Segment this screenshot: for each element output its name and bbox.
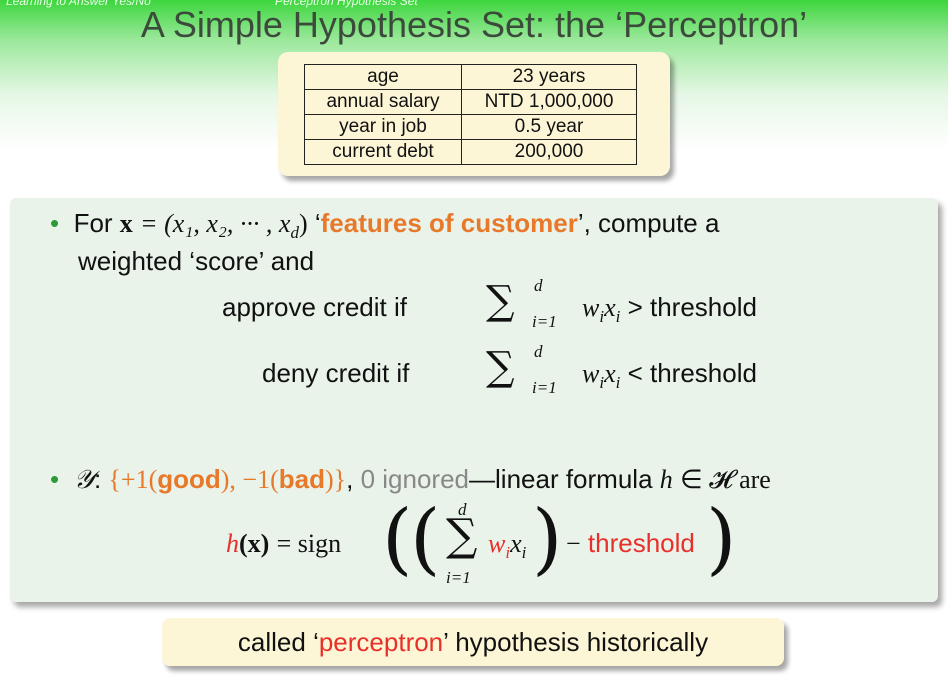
minus-sign: − — [566, 529, 581, 558]
formula-term: wixi — [488, 528, 526, 563]
deny-label: deny credit if — [262, 358, 410, 388]
bullet-dot: • — [50, 208, 60, 238]
sum-lower: i=1 — [532, 378, 557, 397]
sum-symbol: ∑ — [486, 344, 515, 390]
colon: : — [93, 464, 102, 494]
feature-table-card: age 23 years annual salary NTD 1,000,000… — [278, 52, 670, 176]
set-open: {+1( — [108, 465, 158, 494]
summary-card: called ‘perceptron’ hypothesis historica… — [162, 618, 784, 666]
bullet1-prefix: For — [73, 208, 113, 238]
approve-label: approve credit if — [222, 292, 407, 322]
table-row: annual salary NTD 1,000,000 — [304, 89, 637, 115]
perceptron-formula: h(x) = sign ( ( d ∑ i=1 wixi ) − thresho… — [226, 494, 746, 598]
formula-lhs: h(x) = sign — [226, 528, 341, 559]
w-var: w — [582, 293, 600, 322]
feature-name: age — [304, 64, 462, 90]
feature-table: age 23 years annual salary NTD 1,000,000… — [304, 64, 637, 165]
y-symbol: 𝒴 — [73, 465, 94, 494]
sum-symbol: ∑ — [446, 510, 478, 561]
equals-sign: = sign — [276, 529, 342, 558]
linear-formula-text: —linear formula — [469, 464, 653, 494]
inner-paren-open: ( — [410, 494, 441, 584]
w-var: w — [582, 359, 600, 388]
outer-paren-open: ( — [382, 494, 413, 584]
sum-symbol: ∑ — [486, 278, 515, 324]
x-vector: x — [119, 209, 133, 238]
bad-label: bad — [278, 464, 325, 494]
set-close: )} — [324, 465, 347, 494]
zero-ignored: 0 ignored — [360, 464, 470, 494]
sum-lower: i=1 — [532, 312, 557, 331]
summary-pre: called ‘ — [237, 627, 319, 657]
feature-name: current debt — [304, 139, 462, 165]
good-label: good — [157, 464, 221, 494]
feature-name: annual salary — [304, 89, 462, 115]
outer-paren-close: ) — [706, 494, 737, 584]
x-subscript: i — [615, 307, 621, 327]
x-bold: (x) — [239, 529, 270, 558]
h-red: h — [226, 529, 239, 558]
comma: , — [346, 464, 354, 494]
bullet2-line1: • 𝒴: {+1(good), −1(bad)}, 0 ignored—line… — [50, 464, 771, 496]
bullet1-line1: • For x = (x₁, x₂, ··· , xd) ‘features o… — [50, 208, 719, 243]
approve-term: wixi > threshold — [582, 292, 757, 327]
features-highlight: features of customer — [320, 208, 578, 238]
in-hypothesis-set: ∈ 𝓗 are — [680, 465, 771, 494]
sum-lower: i=1 — [446, 568, 471, 587]
slide-title: A Simple Hypothesis Set: the ‘Perceptron… — [140, 4, 808, 45]
x-var: x — [510, 529, 522, 558]
x-subscript-d: d — [290, 223, 299, 243]
x-subscript: i — [521, 543, 527, 563]
x-var: x — [604, 359, 616, 388]
x-close-paren: ) — [298, 209, 308, 238]
h-var: h — [659, 465, 673, 494]
gt-threshold: > threshold — [627, 292, 757, 322]
formula-threshold: − threshold — [566, 528, 695, 559]
feature-name: year in job — [304, 114, 462, 140]
perceptron-highlight: perceptron — [318, 627, 444, 657]
inner-paren-close: ) — [532, 494, 563, 584]
bullet-dot: • — [50, 464, 60, 494]
x-components: = (x₁, x₂, ··· , x — [140, 209, 291, 238]
table-row: year in job 0.5 year — [304, 114, 637, 140]
feature-value: 200,000 — [461, 139, 637, 165]
set-mid: ), −1( — [220, 465, 279, 494]
table-row: current debt 200,000 — [304, 139, 637, 165]
summary-post: ’ hypothesis historically — [443, 627, 709, 657]
feature-value: 0.5 year — [461, 114, 637, 140]
x-subscript: i — [615, 373, 621, 393]
sum-upper: d — [534, 342, 543, 361]
bullet1-line2: weighted ‘score’ and — [78, 246, 315, 276]
w-red: w — [488, 529, 506, 558]
table-row: age 23 years — [304, 64, 637, 90]
deny-term: wixi < threshold — [582, 358, 757, 393]
x-var: x — [604, 293, 616, 322]
content-panel: • For x = (x₁, x₂, ··· , xd) ‘features o… — [10, 198, 938, 602]
threshold-red: threshold — [587, 528, 695, 558]
feature-value: NTD 1,000,000 — [461, 89, 637, 115]
lt-threshold: < threshold — [627, 358, 757, 388]
bullet1-suffix: ’, compute a — [577, 208, 720, 238]
sum-upper: d — [534, 276, 543, 295]
feature-value: 23 years — [461, 64, 637, 90]
